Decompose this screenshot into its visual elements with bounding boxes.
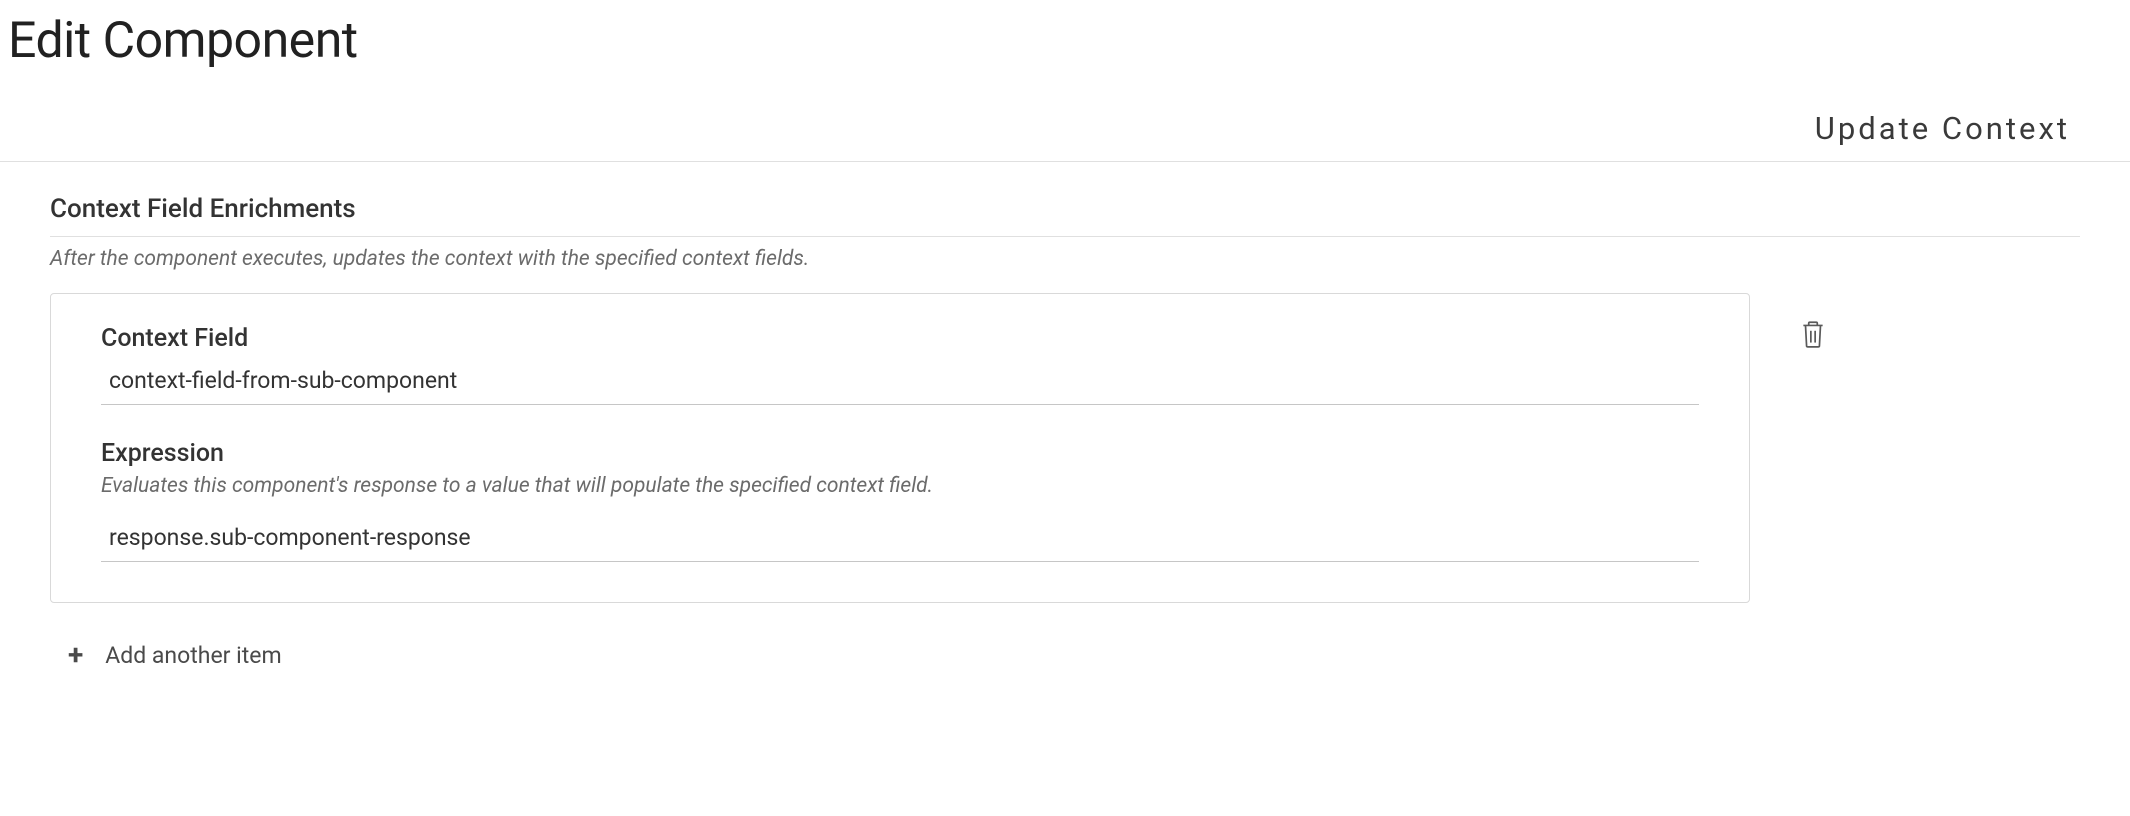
expression-help: Evaluates this component's response to a… xyxy=(101,474,1699,498)
enrichments-title: Context Field Enrichments xyxy=(50,194,2080,224)
context-field-input[interactable] xyxy=(101,359,1699,405)
expression-input[interactable] xyxy=(101,516,1699,562)
add-another-item-label: Add another item xyxy=(105,642,281,669)
enrichment-item: Context Field Expression Evaluates this … xyxy=(50,293,2080,603)
trash-icon[interactable] xyxy=(1800,319,1826,349)
context-field-label: Context Field xyxy=(101,324,1699,353)
page-title: Edit Component xyxy=(0,0,2130,110)
tab-update-context[interactable]: Update Context xyxy=(0,110,2130,162)
enrichments-description: After the component executes, updates th… xyxy=(50,247,2080,271)
enrichment-card: Context Field Expression Evaluates this … xyxy=(50,293,1750,603)
expression-label: Expression xyxy=(101,439,1699,468)
add-another-item-button[interactable]: + Add another item xyxy=(50,641,2080,669)
plus-icon: + xyxy=(68,641,83,669)
